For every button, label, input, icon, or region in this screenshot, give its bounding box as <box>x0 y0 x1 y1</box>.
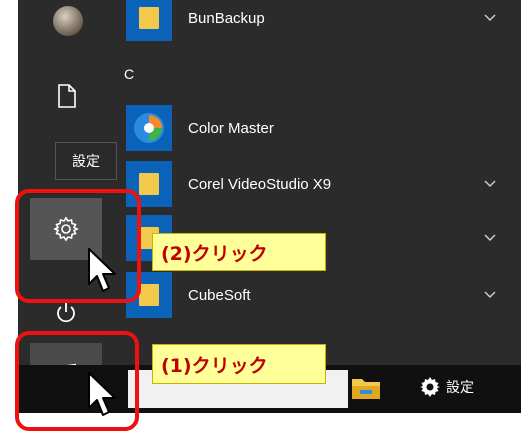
folder-icon <box>126 0 172 41</box>
list-item[interactable]: BunBackup <box>116 0 521 42</box>
taskbar-settings-button[interactable]: 設定 <box>420 377 474 397</box>
file-explorer-icon[interactable] <box>351 375 381 401</box>
group-header[interactable]: C <box>124 66 134 82</box>
app-label: Color Master <box>188 119 274 137</box>
gear-icon <box>420 377 440 397</box>
document-icon[interactable] <box>57 84 77 108</box>
list-item[interactable]: Color Master <box>116 104 521 152</box>
list-item[interactable]: Corel VideoStudio X9 <box>116 160 521 208</box>
app-label: BunBackup <box>188 9 265 27</box>
settings-tooltip: 設定 <box>55 142 117 180</box>
chevron-down-icon[interactable] <box>484 234 496 242</box>
list-item[interactable]: CubeSoft <box>116 271 521 319</box>
mouse-cursor-icon <box>88 372 116 416</box>
step2-callout: (2)クリック <box>152 233 326 271</box>
user-avatar[interactable] <box>53 6 83 36</box>
app-label: Corel VideoStudio X9 <box>188 175 332 193</box>
app-list: BunBackup C Color Master Corel VideoStud… <box>116 0 521 365</box>
app-label: CubeSoft <box>188 286 251 304</box>
mouse-cursor-icon <box>88 248 116 292</box>
color-master-icon <box>126 105 172 151</box>
chevron-down-icon[interactable] <box>484 14 496 22</box>
chevron-down-icon[interactable] <box>484 291 496 299</box>
start-highlight-box <box>15 331 139 431</box>
settings-highlight-box <box>15 189 141 303</box>
taskbar-settings-label: 設定 <box>446 380 474 396</box>
step1-callout: (1)クリック <box>152 344 326 384</box>
chevron-down-icon[interactable] <box>484 180 496 188</box>
power-icon <box>57 303 75 323</box>
